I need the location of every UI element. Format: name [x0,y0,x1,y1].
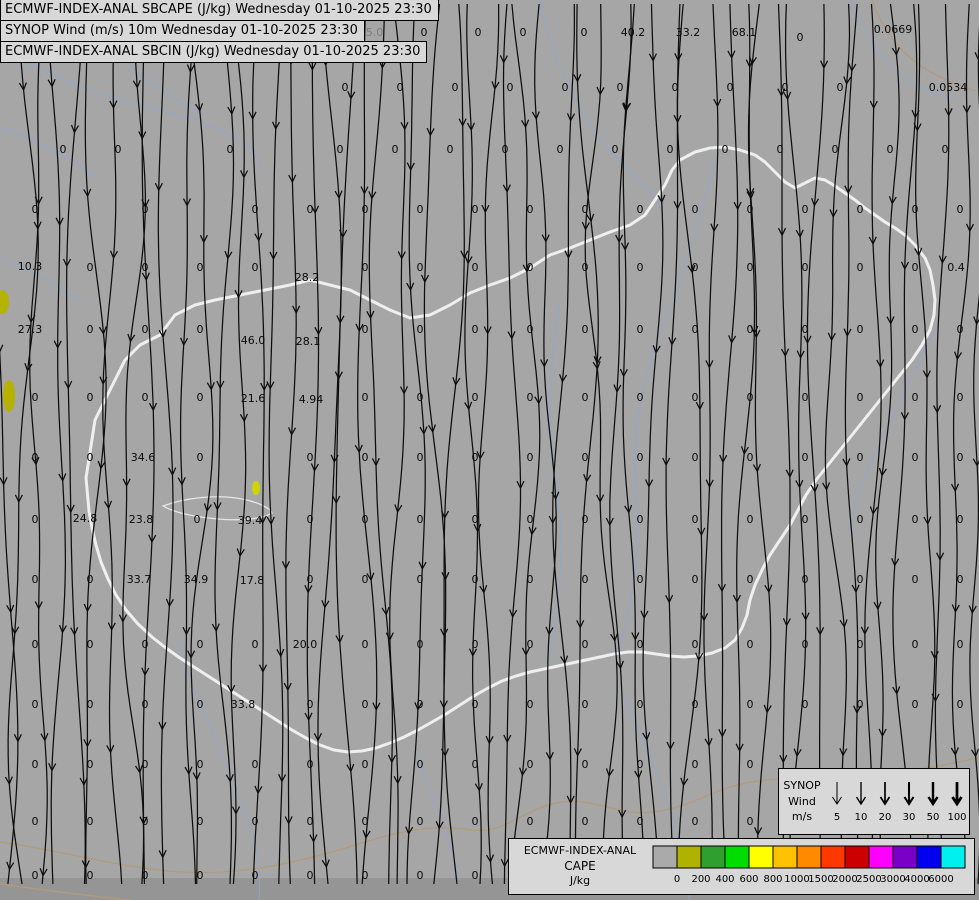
wind-arrow-icon [857,782,866,804]
cape-color-cell [845,846,869,868]
wind-speed-label: 30 [903,812,916,823]
cape-tick-label: 2000 [832,874,857,885]
cape-legend: ECMWF-INDEX-ANAL CAPE J/kg 0 200 400 600 800… [508,838,975,895]
cape-color-cell [797,846,821,868]
wind-legend-labels: SYNOP Wind m/s [779,778,825,826]
title-sbcin: ECMWF-INDEX-ANAL SBCIN (J/kg) Wednesday … [0,41,427,63]
cape-color-cell [701,846,725,868]
cape-color-cell [749,846,773,868]
cape-tick-label: 600 [739,874,758,885]
cape-legend-name: CAPE [509,859,651,875]
wind-arrow-icon [953,782,962,804]
wind-arrow-icon [881,782,890,804]
title-sbcape: ECMWF-INDEX-ANAL SBCAPE (J/kg) Wednesday… [0,0,439,21]
cape-tick-label: 1000 [784,874,809,885]
cape-legend-unit: J/kg [509,874,651,888]
cape-tick-label: 2500 [856,874,881,885]
cape-tick-label: 1500 [808,874,833,885]
cape-legend-model: ECMWF-INDEX-ANAL [509,844,651,858]
cape-tick-label: 400 [715,874,734,885]
wind-speed-label: 20 [879,812,892,823]
wind-arrow-icon [929,782,938,804]
wind-legend-wind-label: Wind [779,794,825,810]
cape-legend-labels: ECMWF-INDEX-ANAL CAPE J/kg [509,844,651,888]
cape-color-cell [677,846,701,868]
wind-speed-label: 100 [947,812,966,823]
cape-tick-label: 3000 [880,874,905,885]
cape-color-cell [869,846,893,868]
wind-legend-unit: m/s [779,809,825,825]
wind-speed-label: 50 [927,812,940,823]
wind-speed-label: 10 [855,812,868,823]
wind-arrow-icon [905,782,914,804]
wind-speed-arrows: 5 10 20 30 50 100 [825,778,967,826]
cape-color-cell [917,846,941,868]
cape-color-cell [941,846,965,868]
cape-tick-label: 800 [763,874,782,885]
cape-color-cell [725,846,749,868]
weather-map-screen: 0000025.0000040.233.268.100.066900000000… [0,0,979,900]
cape-color-cell [653,846,677,868]
wind-legend-title: SYNOP [779,778,825,794]
cape-color-cell [821,846,845,868]
cape-tick-label: 4000 [904,874,929,885]
map-titles: ECMWF-INDEX-ANAL SBCAPE (J/kg) Wednesday… [0,0,439,63]
wind-legend: SYNOP Wind m/s 5 10 20 30 50 100 [778,768,970,835]
title-synop-wind: SYNOP Wind (m/s) 10m Wednesday 01-10-202… [0,20,365,42]
map-canvas [0,0,979,900]
wind-arrow-icon [833,782,842,804]
cape-color-scale: 0 200 400 600 800100015002000250030004000600… [651,843,969,891]
cape-tick-label: 200 [691,874,710,885]
cape-tick-label: 6000 [928,874,953,885]
wind-speed-label: 5 [834,812,840,823]
cape-color-cell [893,846,917,868]
cape-color-cell [773,846,797,868]
cape-tick-label: 0 [674,874,680,885]
